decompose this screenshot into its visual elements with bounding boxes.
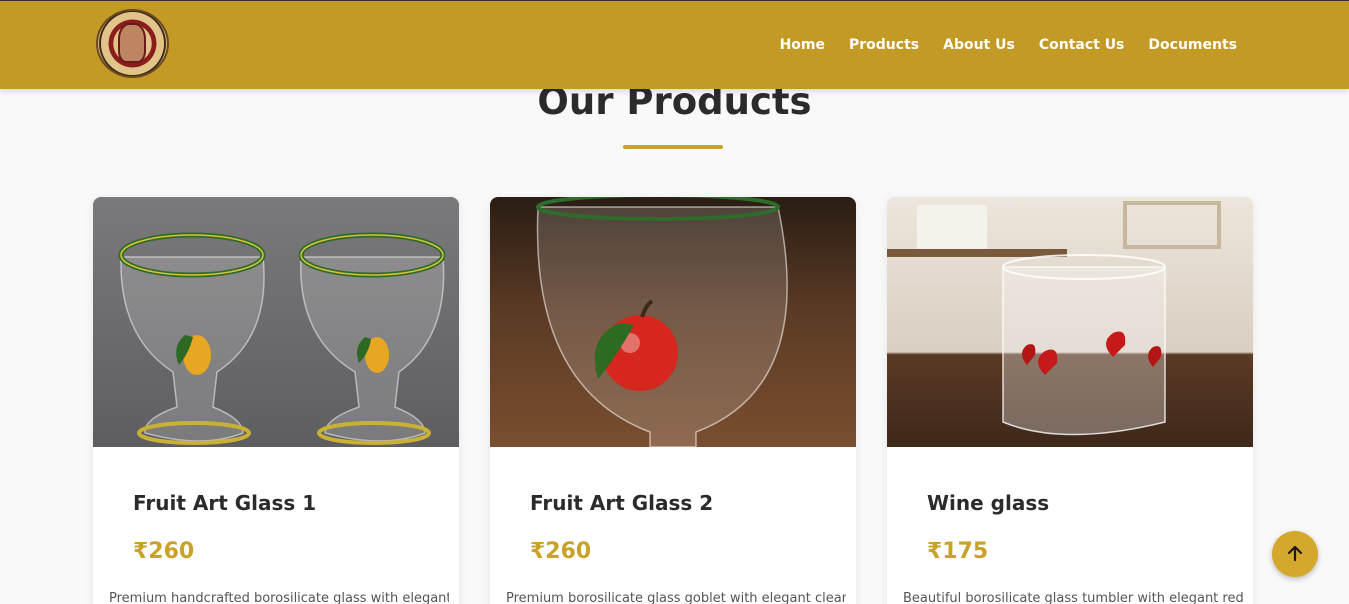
title-underline bbox=[623, 145, 723, 149]
product-description-3: Beautiful borosilicate glass tumbler wit… bbox=[903, 591, 1243, 604]
product-price-3: ₹175 bbox=[927, 539, 989, 564]
product-name-1[interactable]: Fruit Art Glass 1 bbox=[133, 491, 316, 515]
product-image-3[interactable] bbox=[887, 197, 1253, 447]
tumbler-hearts-icon bbox=[887, 197, 1253, 447]
product-description-2: Premium borosilicate glass goblet with e… bbox=[506, 591, 846, 604]
product-price-1: ₹260 bbox=[133, 539, 195, 564]
product-card-1[interactable]: Fruit Art Glass 1 ₹260 Premium handcraft… bbox=[93, 197, 459, 604]
product-name-2[interactable]: Fruit Art Glass 2 bbox=[530, 491, 713, 515]
nav-contact-us[interactable]: Contact Us bbox=[1039, 37, 1125, 53]
product-price-2: ₹260 bbox=[530, 539, 592, 564]
product-card-3[interactable]: Wine glass ₹175 Beautiful borosilicate g… bbox=[887, 197, 1253, 604]
product-image-2[interactable] bbox=[490, 197, 856, 447]
brand-logo[interactable] bbox=[96, 9, 169, 78]
product-name-3[interactable]: Wine glass bbox=[927, 491, 1049, 515]
nav-home[interactable]: Home bbox=[780, 37, 825, 53]
arrow-up-icon bbox=[1287, 545, 1303, 562]
product-image-1[interactable] bbox=[93, 197, 459, 447]
nav-products[interactable]: Products bbox=[849, 37, 919, 53]
goblet-pair-mango-icon bbox=[93, 197, 459, 447]
navbar: Home Products About Us Contact Us Docume… bbox=[0, 0, 1349, 89]
goblet-apple-icon bbox=[490, 197, 856, 447]
nav-about-us[interactable]: About Us bbox=[943, 37, 1015, 53]
nav-documents[interactable]: Documents bbox=[1148, 37, 1237, 53]
product-description-1: Premium handcrafted borosilicate glass w… bbox=[109, 591, 449, 604]
main-nav: Home Products About Us Contact Us Docume… bbox=[780, 37, 1237, 53]
product-card-2[interactable]: Fruit Art Glass 2 ₹260 Premium borosilic… bbox=[490, 197, 856, 604]
logo-glass-emblem-icon bbox=[118, 23, 146, 63]
scroll-to-top-button[interactable] bbox=[1272, 531, 1318, 577]
